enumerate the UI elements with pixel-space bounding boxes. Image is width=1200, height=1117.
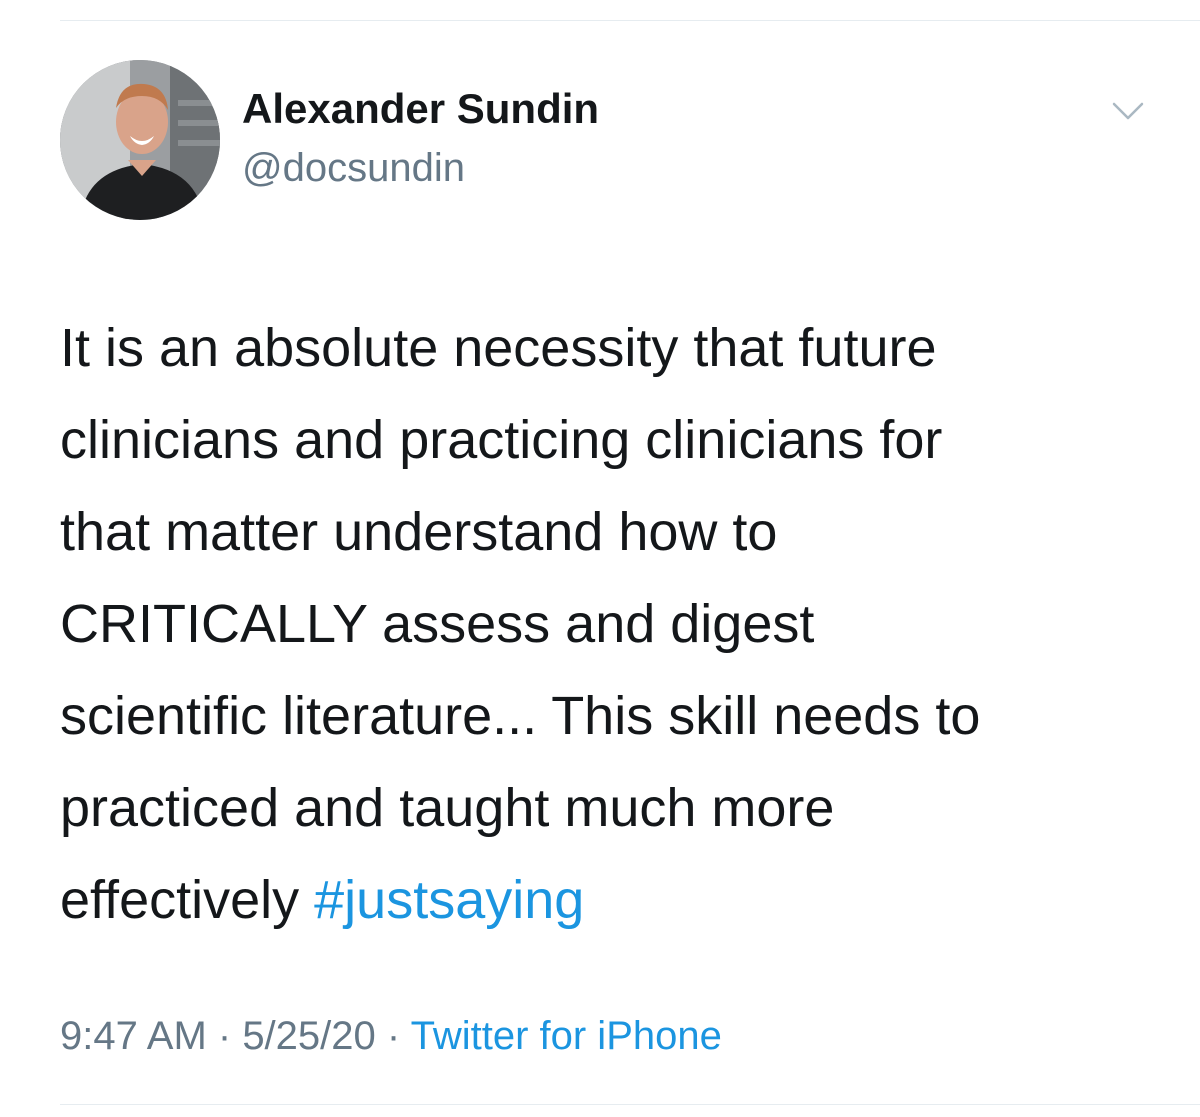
top-divider — [60, 20, 1200, 21]
tweet-text: It is an absolute necessity that future … — [60, 302, 1160, 946]
author-handle[interactable]: @docsundin — [242, 146, 465, 190]
author-display-name[interactable]: Alexander Sundin — [242, 85, 599, 132]
tweet-text-line: scientific literature... This skill need… — [60, 686, 981, 746]
chevron-down-icon[interactable] — [1106, 90, 1150, 134]
tweet-time[interactable]: 9:47 AM — [60, 1014, 207, 1058]
tweet-text-last-line: effectively #justsaying — [60, 854, 1160, 946]
bottom-divider — [60, 1104, 1200, 1105]
hashtag-link[interactable]: #justsaying — [314, 870, 584, 930]
tweet-text-line: CRITICALLY assess and digest — [60, 594, 815, 654]
tweet-text-line: effectively — [60, 870, 315, 930]
tweet-text-line: clinicians and practicing clinicians for — [60, 410, 943, 470]
tweet-text-line: It is an absolute necessity that future — [60, 318, 937, 378]
avatar[interactable] — [60, 60, 220, 220]
profile-photo-icon — [60, 60, 220, 220]
meta-separator: · — [375, 1014, 411, 1058]
tweet-meta: 9:47 AM · 5/25/20 · Twitter for iPhone — [60, 1014, 722, 1058]
tweet-text-line: practiced and taught much more — [60, 778, 835, 838]
tweet-date[interactable]: 5/25/20 — [242, 1014, 375, 1058]
tweet-source-link[interactable]: Twitter for iPhone — [411, 1014, 722, 1058]
tweet-text-line: that matter understand how to — [60, 502, 778, 562]
meta-separator: · — [206, 1014, 243, 1058]
